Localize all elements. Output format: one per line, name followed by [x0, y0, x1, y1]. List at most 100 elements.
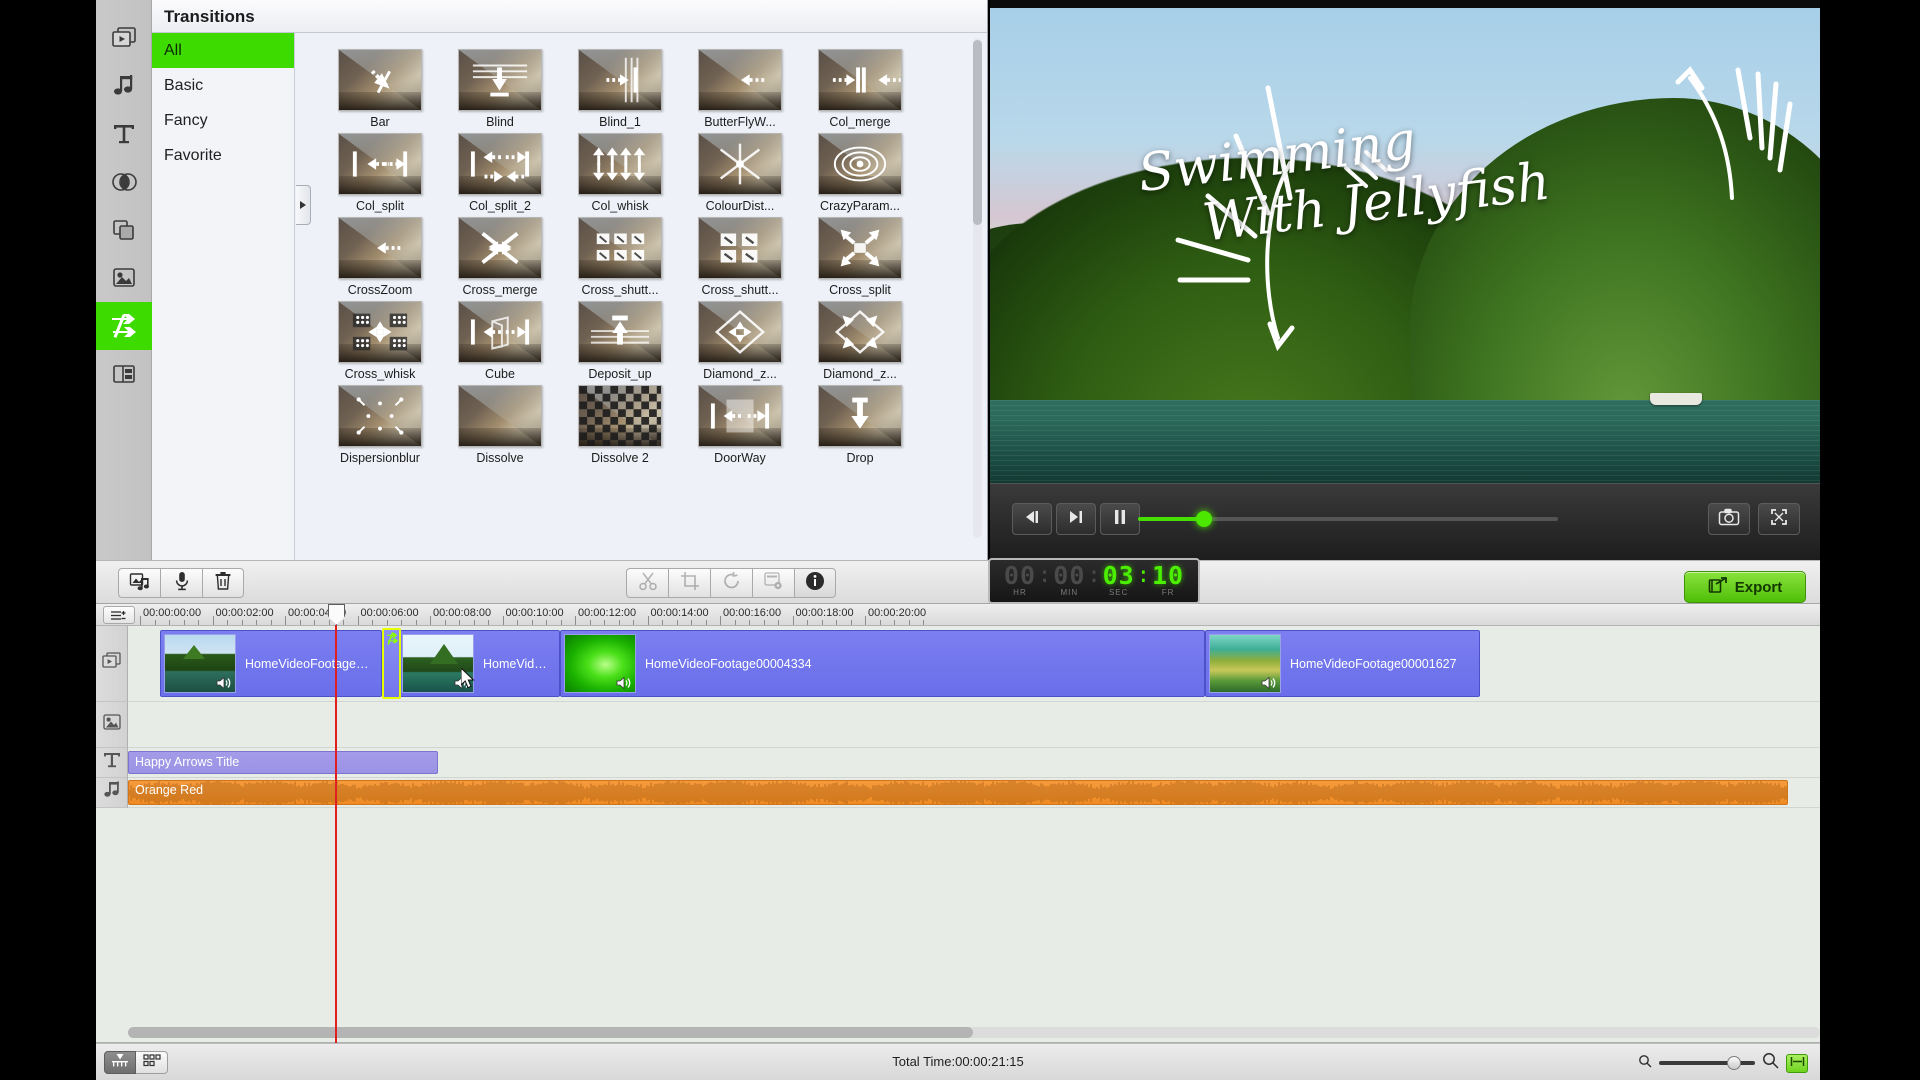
timeline-scrollbar-thumb[interactable] — [128, 1027, 973, 1038]
panel-expand-button[interactable] — [296, 185, 311, 225]
transition-thumbnail[interactable] — [818, 133, 902, 195]
transition-thumbnail[interactable] — [818, 217, 902, 279]
audio-clip[interactable]: Orange Red — [128, 780, 1788, 805]
sidebar-item-audio[interactable] — [96, 62, 152, 110]
playback-progress-slider[interactable] — [1138, 511, 1558, 527]
title-track-header[interactable] — [96, 748, 128, 778]
video-clip[interactable]: HomeVideoFootage0... — [160, 630, 382, 697]
crop-button[interactable] — [668, 568, 710, 598]
transition-thumbnail[interactable] — [338, 217, 422, 279]
category-fancy[interactable]: Fancy — [152, 103, 294, 138]
transition-item[interactable]: DoorWay — [680, 385, 800, 465]
export-button[interactable]: Export — [1684, 571, 1806, 603]
transition-item[interactable]: Cross_whisk — [320, 301, 440, 381]
transition-item[interactable]: ColourDist... — [680, 133, 800, 213]
info-button[interactable] — [794, 568, 836, 598]
transition-item[interactable]: Deposit_up — [560, 301, 680, 381]
transition-item[interactable]: Blind_1 — [560, 49, 680, 129]
snapshot-button[interactable] — [1708, 503, 1750, 535]
delete-button[interactable] — [202, 568, 244, 598]
video-clip[interactable]: HomeVideoFootage00001627 — [1205, 630, 1480, 697]
transition-item[interactable]: Cube — [440, 301, 560, 381]
transition-item[interactable]: Dissolve — [440, 385, 560, 465]
transition-thumbnail[interactable] — [698, 217, 782, 279]
transition-item[interactable]: Col_merge — [800, 49, 920, 129]
transition-item[interactable]: Dissolve 2 — [560, 385, 680, 465]
transition-item[interactable]: Cross_shutt... — [560, 217, 680, 297]
color-correction-button[interactable] — [752, 568, 794, 598]
sidebar-item-titles[interactable] — [96, 110, 152, 158]
transition-thumbnail[interactable] — [698, 385, 782, 447]
timeline-horizontal-scrollbar[interactable] — [128, 1027, 1820, 1038]
transition-item[interactable]: CrossZoom — [320, 217, 440, 297]
sidebar-item-split-screen[interactable] — [96, 350, 152, 398]
transition-thumbnail[interactable] — [818, 49, 902, 111]
storyboard-view-button[interactable] — [136, 1051, 168, 1074]
marker-settings-button[interactable] — [103, 606, 135, 624]
transition-item[interactable]: Col_split — [320, 133, 440, 213]
transition-thumbnail[interactable] — [458, 217, 542, 279]
transition-thumbnail[interactable] — [458, 385, 542, 447]
category-all[interactable]: All — [152, 33, 294, 68]
progress-knob[interactable] — [1196, 511, 1212, 527]
transition-item[interactable]: CrazyParam... — [800, 133, 920, 213]
video-track-header[interactable] — [96, 626, 128, 702]
transition-thumbnail[interactable] — [338, 385, 422, 447]
zoom-slider[interactable] — [1659, 1056, 1755, 1070]
next-frame-button[interactable] — [1056, 503, 1096, 535]
music-track-header[interactable] — [96, 778, 128, 808]
record-voiceover-button[interactable] — [160, 568, 202, 598]
video-clip[interactable]: HomeVideo... — [398, 630, 560, 697]
pause-button[interactable] — [1100, 503, 1140, 535]
fullscreen-button[interactable] — [1758, 503, 1800, 535]
cut-button[interactable] — [626, 568, 668, 598]
transition-thumbnail[interactable] — [338, 133, 422, 195]
title-track[interactable]: Happy Arrows Title — [128, 748, 1820, 778]
transition-thumbnail[interactable] — [458, 133, 542, 195]
import-media-button[interactable] — [118, 568, 160, 598]
transition-item[interactable]: Diamond_z... — [800, 301, 920, 381]
zoom-slider-knob[interactable] — [1727, 1056, 1741, 1070]
transition-item[interactable]: Cross_merge — [440, 217, 560, 297]
transition-item[interactable]: Drop — [800, 385, 920, 465]
magnifier-large-icon[interactable] — [1762, 1052, 1779, 1074]
transition-item[interactable]: Blind — [440, 49, 560, 129]
transition-thumbnail[interactable] — [458, 49, 542, 111]
sidebar-item-elements[interactable] — [96, 254, 152, 302]
sidebar-item-media-library[interactable] — [96, 14, 152, 62]
transition-thumbnail[interactable] — [698, 49, 782, 111]
transition-thumbnail[interactable] — [818, 385, 902, 447]
magnifier-small-icon[interactable] — [1638, 1054, 1652, 1073]
pip-track[interactable] — [128, 702, 1820, 748]
sidebar-item-effects[interactable] — [96, 158, 152, 206]
timeline-ruler[interactable]: 00:00:00:00 00:00:02:00 00:00:04:00 00:00:0… — [96, 604, 1820, 626]
sidebar-item-transitions[interactable] — [95, 302, 152, 350]
category-favorite[interactable]: Favorite — [152, 138, 294, 173]
timecode-display[interactable]: 00 HR : 00 MIN : 03 SEC : 10 FR — [988, 558, 1200, 604]
transition-item[interactable]: Col_split_2 — [440, 133, 560, 213]
transition-item[interactable]: Diamond_z... — [680, 301, 800, 381]
transition-thumbnail[interactable] — [578, 385, 662, 447]
transition-item[interactable]: Bar — [320, 49, 440, 129]
rotate-button[interactable] — [710, 568, 752, 598]
transition-item[interactable]: Dispersionblur — [320, 385, 440, 465]
scrollbar-thumb[interactable] — [973, 40, 982, 225]
transition-clip-marker[interactable] — [382, 628, 401, 699]
transition-thumbnail[interactable] — [818, 301, 902, 363]
title-clip[interactable]: Happy Arrows Title — [128, 751, 438, 774]
timeline-view-button[interactable] — [104, 1051, 136, 1074]
transition-thumbnail[interactable] — [698, 133, 782, 195]
video-track[interactable]: HomeVideoFootage0... HomeVideo... HomeVide… — [128, 626, 1820, 702]
video-preview[interactable]: Swimming With Jellyfish — [990, 8, 1820, 483]
transition-thumbnail[interactable] — [578, 301, 662, 363]
transition-item[interactable]: ButterFlyW... — [680, 49, 800, 129]
previous-frame-button[interactable] — [1012, 503, 1052, 535]
transition-thumbnail[interactable] — [338, 301, 422, 363]
transitions-scrollbar[interactable] — [973, 38, 982, 538]
music-track[interactable]: Orange Red — [128, 778, 1820, 808]
category-basic[interactable]: Basic — [152, 68, 294, 103]
transition-thumbnail[interactable] — [578, 49, 662, 111]
transition-thumbnail[interactable] — [698, 301, 782, 363]
video-clip[interactable]: HomeVideoFootage00004334 — [560, 630, 1205, 697]
transition-thumbnail[interactable] — [578, 133, 662, 195]
